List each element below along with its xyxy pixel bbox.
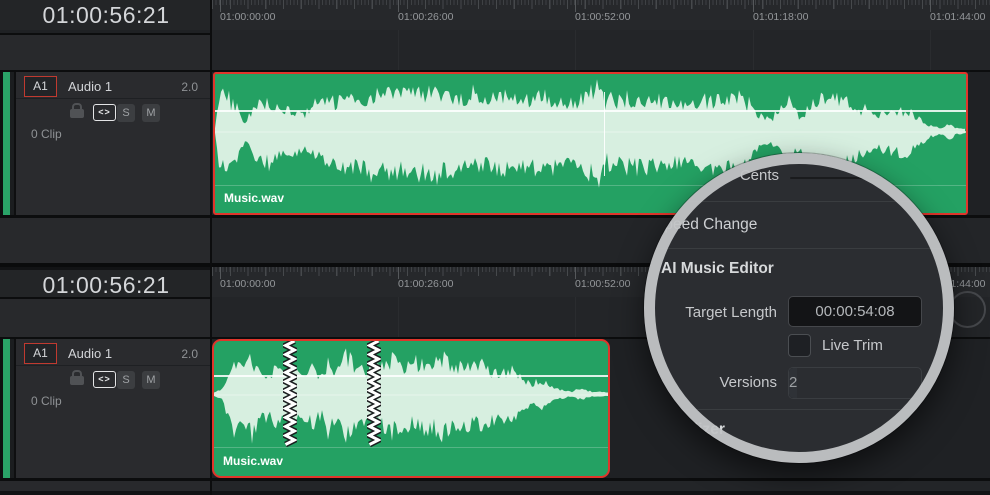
- bottom-track-a1-badge[interactable]: A1: [24, 343, 57, 364]
- ai-music-editor-header[interactable]: AI Music Editor: [661, 260, 774, 278]
- ruler-label: 01:00:00:00: [220, 278, 275, 290]
- top-track-name[interactable]: Audio 1: [68, 79, 112, 94]
- track-color-strip: [3, 72, 10, 215]
- bottom-track-format: 2.0: [158, 347, 198, 361]
- solo-button[interactable]: S: [117, 104, 135, 122]
- top-track-format: 2.0: [158, 80, 198, 94]
- target-length-field[interactable]: 00:00:54:08: [788, 296, 922, 327]
- bottom-timecode-display[interactable]: 01:00:56:21: [0, 270, 212, 300]
- equalizer-header[interactable]: Equalizer: [656, 421, 725, 439]
- bottom-clip-name: Music.wav: [223, 454, 283, 468]
- target-length-label: Target Length: [658, 304, 777, 321]
- bottom-clip-count: 0 Clip: [31, 394, 62, 408]
- auto-select-icon[interactable]: <>: [93, 104, 116, 121]
- trim-zigzag-icon: [283, 341, 297, 447]
- volume-automation-line[interactable]: [215, 110, 966, 112]
- audio-timeline-app: 01:00:56:21 01:00:00:00 01:00:26:00 01:0…: [0, 0, 990, 495]
- clip-label-band-line: [214, 447, 608, 448]
- ruler-medium-ticks: [212, 0, 990, 9]
- bottom-empty-lane: [212, 481, 990, 491]
- ruler-label: 01:00:52:00: [575, 278, 630, 290]
- section-divider: [656, 248, 944, 249]
- header-subdivider: [16, 365, 212, 366]
- version-2-button[interactable]: 2: [789, 368, 797, 398]
- cents-label: Cents: [679, 167, 779, 184]
- transient-line: [604, 92, 605, 176]
- ruler-label: 01:00:00:00: [220, 11, 275, 23]
- lock-icon[interactable]: [70, 109, 84, 118]
- header-subdivider: [16, 98, 212, 99]
- versions-segmented-control: 1 2: [788, 367, 922, 399]
- top-timecode-display[interactable]: 01:00:56:21: [0, 0, 212, 30]
- volume-automation-line[interactable]: [214, 375, 608, 377]
- top-clip-count: 0 Clip: [31, 127, 62, 141]
- section-divider: [662, 201, 938, 202]
- ruler-label: 01:01:18:00: [753, 11, 808, 23]
- bottom-track-name[interactable]: Audio 1: [68, 346, 112, 361]
- live-trim-checkbox[interactable]: [788, 334, 811, 357]
- top-empty-row: [0, 218, 211, 263]
- top-timeline-ruler[interactable]: 01:00:00:00 01:00:26:00 01:00:52:00 01:0…: [212, 0, 990, 30]
- solo-button[interactable]: S: [117, 371, 135, 389]
- ruler-label: 01:00:26:00: [398, 11, 453, 23]
- mute-button[interactable]: M: [142, 104, 160, 122]
- versions-label: Versions: [658, 374, 777, 391]
- auto-select-icon[interactable]: <>: [93, 371, 116, 388]
- trim-zigzag-icon: [367, 341, 381, 447]
- top-empty-row: [0, 35, 211, 70]
- section-divider: [670, 409, 940, 410]
- track-color-strip: [3, 339, 10, 478]
- speed-change-header[interactable]: Speed Change: [654, 216, 757, 234]
- mute-button[interactable]: M: [142, 371, 160, 389]
- dial-knob[interactable]: [949, 291, 986, 328]
- waveform-zero-line: [215, 131, 966, 133]
- top-track-a1-badge[interactable]: A1: [24, 76, 57, 97]
- panel-divider: [210, 0, 212, 495]
- top-empty-lane: [212, 30, 990, 70]
- top-clip-name: Music.wav: [224, 191, 284, 205]
- waveform-zero-line: [214, 394, 608, 396]
- bottom-edge: [0, 491, 990, 495]
- ruler-label: 01:00:52:00: [575, 11, 630, 23]
- lock-icon[interactable]: [70, 376, 84, 385]
- live-trim-label: Live Trim: [822, 337, 883, 354]
- cents-slider[interactable]: [790, 177, 912, 179]
- bottom-empty-row: [0, 299, 211, 337]
- magnifier-panel: Cents Speed Change AI Music Editor Targe…: [644, 153, 954, 463]
- bottom-empty-row: [0, 481, 211, 491]
- ruler-label: 01:00:26:00: [398, 278, 453, 290]
- bottom-audio-clip[interactable]: Music.wav: [212, 339, 610, 478]
- ruler-label: 01:01:44:00: [930, 11, 985, 23]
